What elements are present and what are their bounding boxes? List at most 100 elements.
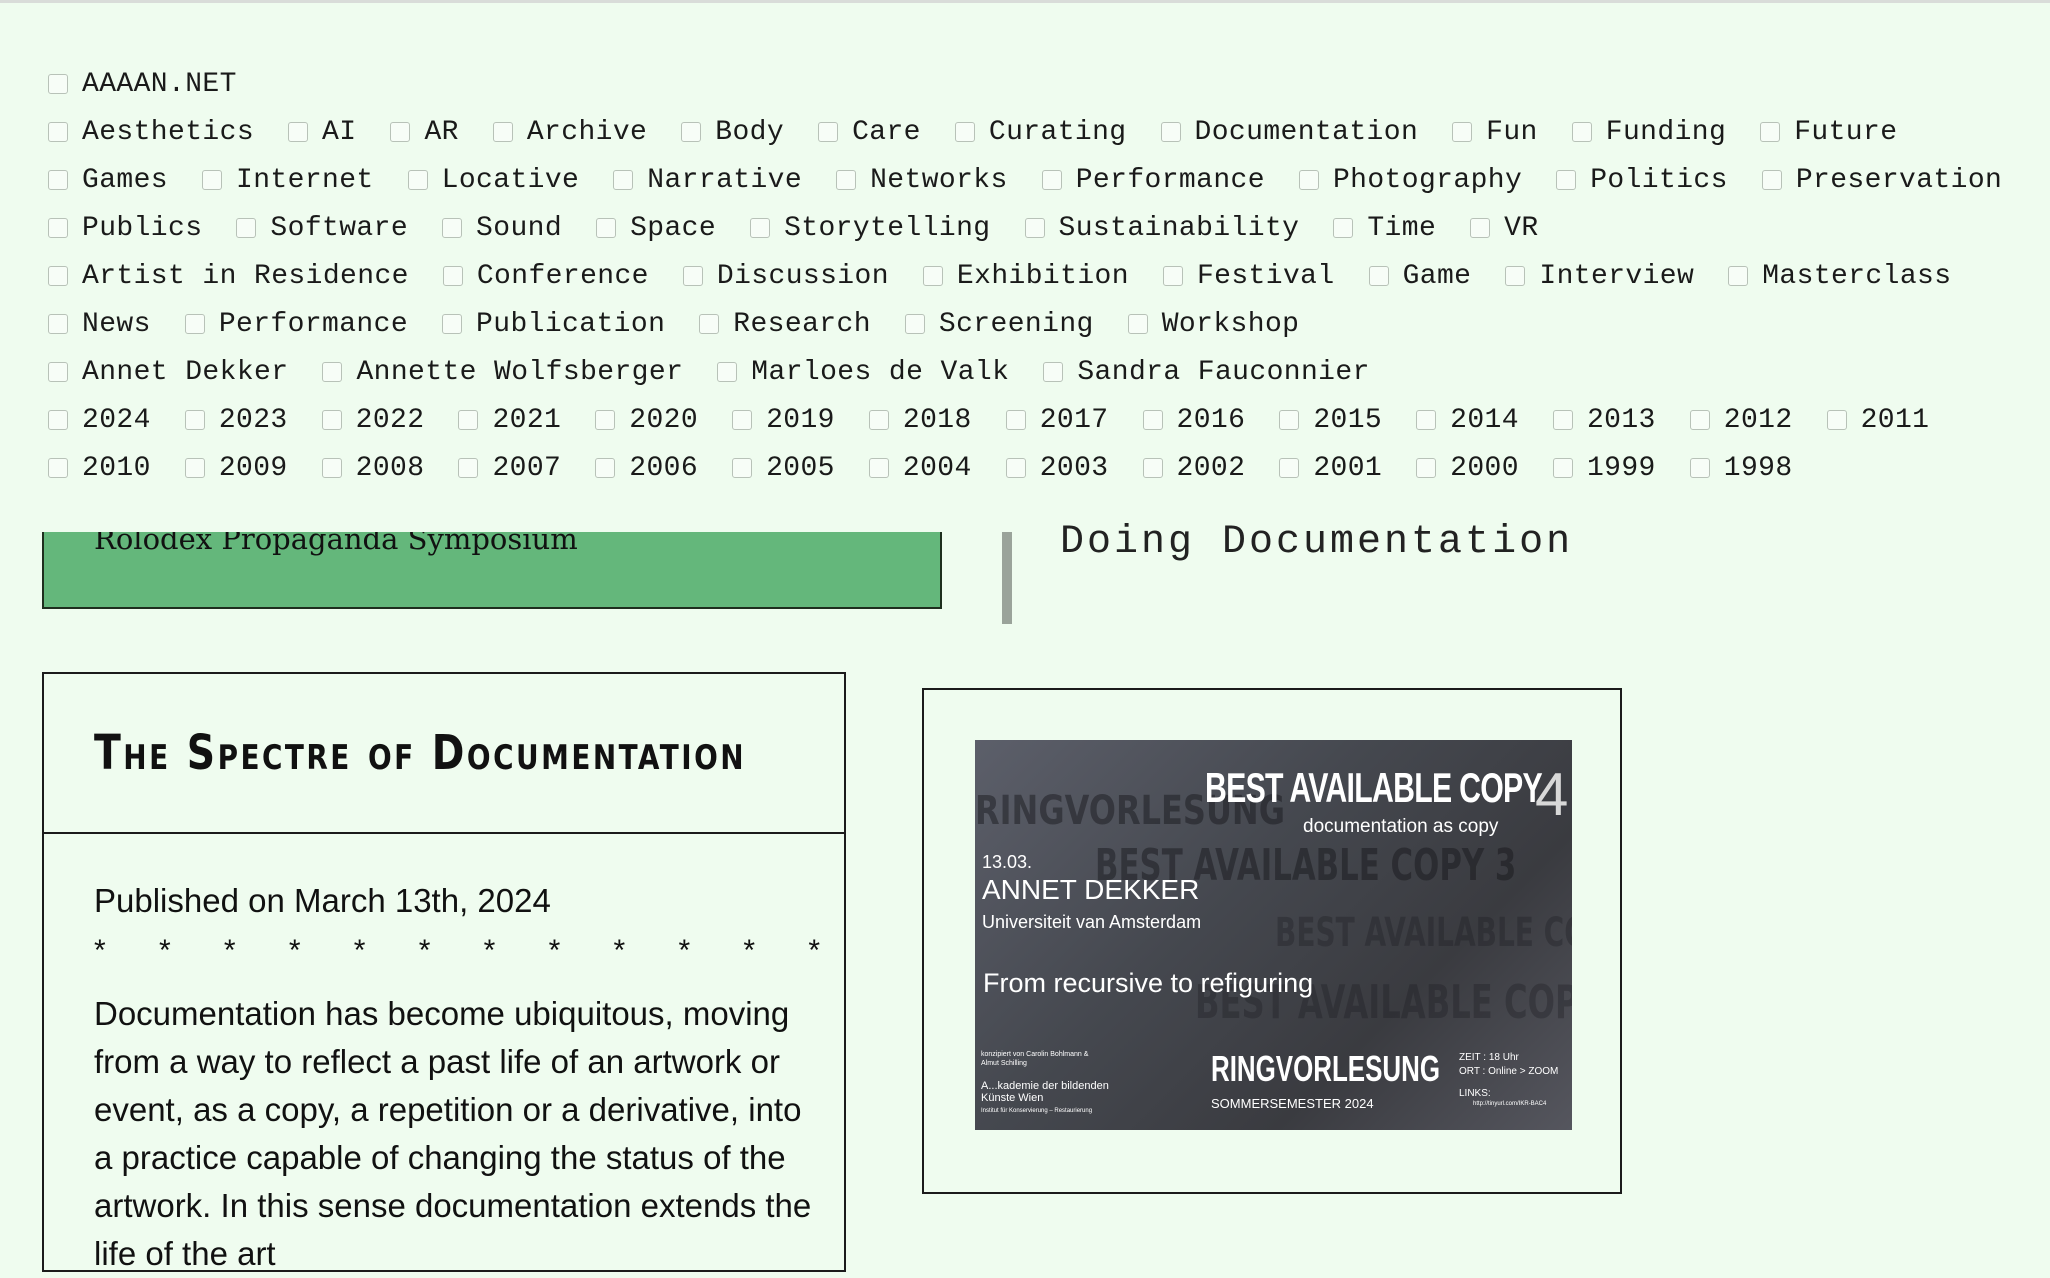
filter-checkbox[interactable] bbox=[868, 458, 889, 478]
filter-option[interactable]: Care bbox=[818, 117, 921, 148]
filter-label[interactable]: 2004 bbox=[903, 453, 972, 484]
filter-label[interactable]: Games bbox=[82, 165, 168, 196]
filter-checkbox[interactable] bbox=[954, 122, 975, 142]
filter-checkbox[interactable] bbox=[48, 410, 68, 430]
filter-option[interactable]: Narrative bbox=[613, 165, 802, 196]
filter-label[interactable]: 1999 bbox=[1587, 453, 1656, 484]
filter-checkbox[interactable] bbox=[48, 314, 68, 334]
filter-checkbox[interactable] bbox=[1279, 458, 1300, 478]
filter-label[interactable]: Publication bbox=[476, 309, 665, 340]
filter-label[interactable]: 1998 bbox=[1724, 453, 1793, 484]
filter-checkbox[interactable] bbox=[1127, 314, 1148, 334]
filter-checkbox[interactable] bbox=[922, 266, 943, 286]
filter-label[interactable]: Festival bbox=[1197, 261, 1335, 292]
filter-label[interactable]: 2021 bbox=[492, 405, 561, 436]
filter-label[interactable]: Sustainability bbox=[1059, 213, 1300, 244]
filter-checkbox[interactable] bbox=[184, 314, 205, 334]
filter-label[interactable]: Publics bbox=[82, 213, 202, 244]
filter-checkbox[interactable] bbox=[904, 314, 925, 334]
filter-option[interactable]: Interview bbox=[1505, 261, 1694, 292]
filter-checkbox[interactable] bbox=[1043, 362, 1064, 382]
filter-label[interactable]: Sound bbox=[476, 213, 562, 244]
filter-checkbox[interactable] bbox=[1005, 410, 1026, 430]
filter-label[interactable]: Fun bbox=[1486, 117, 1538, 148]
filter-option[interactable]: Sandra Fauconnier bbox=[1043, 357, 1369, 388]
filter-checkbox[interactable] bbox=[1416, 410, 1437, 430]
filter-label[interactable]: 2016 bbox=[1177, 405, 1246, 436]
filter-checkbox[interactable] bbox=[48, 74, 68, 94]
filter-label[interactable]: Aesthetics bbox=[82, 117, 254, 148]
filter-label[interactable]: Discussion bbox=[717, 261, 889, 292]
filter-checkbox[interactable] bbox=[1162, 266, 1183, 286]
filter-label[interactable]: Sandra Fauconnier bbox=[1077, 357, 1369, 388]
filter-label[interactable]: Networks bbox=[870, 165, 1008, 196]
filter-checkbox[interactable] bbox=[407, 170, 428, 190]
filter-label[interactable]: 2017 bbox=[1040, 405, 1109, 436]
filter-checkbox[interactable] bbox=[48, 362, 68, 382]
filter-checkbox[interactable] bbox=[1552, 458, 1573, 478]
filter-option[interactable]: Performance bbox=[184, 309, 408, 340]
filter-checkbox[interactable] bbox=[1826, 410, 1847, 430]
filter-option[interactable]: 2019 bbox=[732, 405, 835, 436]
filter-label[interactable]: Workshop bbox=[1162, 309, 1300, 340]
filter-option[interactable]: 2008 bbox=[321, 453, 425, 484]
filter-option[interactable]: Photography bbox=[1298, 165, 1522, 196]
filter-option[interactable]: 2003 bbox=[1005, 453, 1109, 484]
filter-label[interactable]: 2014 bbox=[1450, 405, 1519, 436]
filter-option[interactable]: 2011 bbox=[1826, 405, 1930, 436]
filter-label[interactable]: 2001 bbox=[1313, 453, 1382, 484]
filter-option[interactable]: Game bbox=[1368, 261, 1472, 292]
filter-option[interactable]: Annette Wolfsberger bbox=[322, 357, 683, 388]
filter-checkbox[interactable] bbox=[681, 122, 702, 142]
filter-option[interactable]: 2005 bbox=[732, 453, 835, 484]
filter-label[interactable]: 2000 bbox=[1450, 453, 1519, 484]
filter-option[interactable]: Screening bbox=[904, 309, 1094, 340]
filter-checkbox[interactable] bbox=[1689, 410, 1710, 430]
filter-option[interactable]: Time bbox=[1333, 213, 1436, 244]
filter-option[interactable]: 2024 bbox=[48, 405, 151, 436]
filter-checkbox[interactable] bbox=[442, 266, 463, 286]
filter-option[interactable]: 2006 bbox=[595, 453, 698, 484]
filter-option[interactable]: Storytelling bbox=[750, 213, 990, 244]
filter-label[interactable]: 2015 bbox=[1313, 405, 1382, 436]
filter-label[interactable]: Funding bbox=[1606, 117, 1726, 148]
filter-checkbox[interactable] bbox=[184, 458, 205, 478]
filter-label[interactable]: AAAAN.NET bbox=[82, 69, 237, 100]
filter-label[interactable]: Time bbox=[1367, 213, 1436, 244]
filter-label[interactable]: Screening bbox=[939, 309, 1094, 340]
filter-option[interactable]: 2002 bbox=[1142, 453, 1246, 484]
filter-checkbox[interactable] bbox=[442, 314, 463, 334]
filter-option[interactable]: 2016 bbox=[1142, 405, 1246, 436]
filter-label[interactable]: 2018 bbox=[903, 405, 972, 436]
filter-label[interactable]: 2020 bbox=[629, 405, 698, 436]
filter-checkbox[interactable] bbox=[1728, 266, 1749, 286]
filter-option[interactable]: AAAAN.NET bbox=[48, 69, 237, 100]
filter-label[interactable]: Conference bbox=[477, 261, 649, 292]
filter-label[interactable]: Research bbox=[733, 309, 871, 340]
filter-checkbox[interactable] bbox=[288, 122, 309, 142]
filter-label[interactable]: Masterclass bbox=[1762, 261, 1951, 292]
filter-checkbox[interactable] bbox=[1760, 122, 1781, 142]
filter-checkbox[interactable] bbox=[48, 266, 68, 286]
filter-checkbox[interactable] bbox=[1041, 170, 1062, 190]
filter-option[interactable]: Aesthetics bbox=[48, 117, 254, 148]
filter-checkbox[interactable] bbox=[390, 122, 411, 142]
filter-checkbox[interactable] bbox=[322, 362, 343, 382]
filter-option[interactable]: Curating bbox=[954, 117, 1127, 148]
filter-option[interactable]: 1999 bbox=[1552, 453, 1656, 484]
filter-checkbox[interactable] bbox=[595, 410, 616, 430]
filter-label[interactable]: 2023 bbox=[219, 405, 288, 436]
filter-label[interactable]: 2007 bbox=[492, 453, 561, 484]
article-title[interactable]: The Spectre of Documentation bbox=[94, 725, 746, 781]
filter-label[interactable]: Exhibition bbox=[957, 261, 1129, 292]
filter-label[interactable]: Photography bbox=[1333, 165, 1522, 196]
filter-label[interactable]: 2024 bbox=[82, 405, 151, 436]
filter-checkbox[interactable] bbox=[202, 170, 223, 190]
filter-checkbox[interactable] bbox=[596, 218, 617, 238]
filter-option[interactable]: Politics bbox=[1556, 165, 1728, 196]
filter-option[interactable]: Annet Dekker bbox=[48, 357, 288, 388]
filter-label[interactable]: AI bbox=[322, 117, 356, 148]
filter-label[interactable]: Narrative bbox=[647, 165, 802, 196]
filter-checkbox[interactable] bbox=[1505, 266, 1526, 286]
filter-checkbox[interactable] bbox=[1298, 170, 1319, 190]
